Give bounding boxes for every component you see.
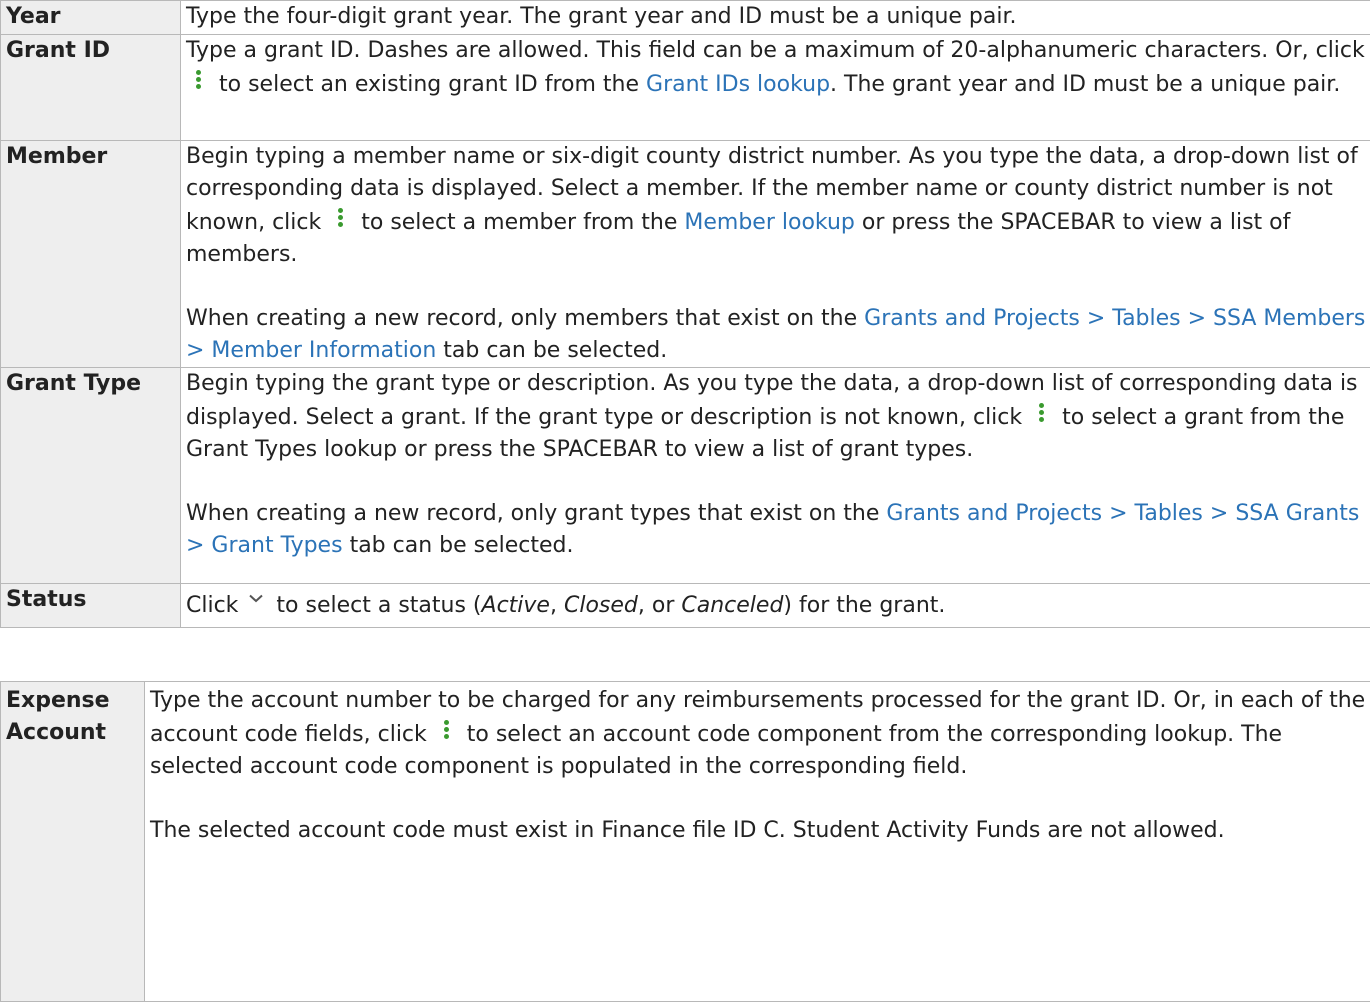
term-grant-type: Grant Type bbox=[1, 368, 181, 584]
desc-text: When creating a new record, only members… bbox=[186, 306, 857, 331]
desc-member: Begin typing a member name or six-digit … bbox=[181, 141, 1370, 368]
desc-expense-account: Type the account number to be charged fo… bbox=[145, 682, 1370, 1002]
desc-text: , or bbox=[638, 593, 675, 618]
desc-text: , bbox=[550, 593, 557, 618]
row-year: Year Type the four-digit grant year. The… bbox=[1, 1, 1370, 35]
vertical-ellipsis-icon bbox=[328, 205, 354, 231]
desc-grant-id: Type a grant ID. Dashes are allowed. Thi… bbox=[181, 35, 1370, 141]
row-expense-account: Expense Account Type the account number … bbox=[1, 682, 1370, 1002]
term-expense-account: Expense Account bbox=[1, 682, 145, 1002]
row-member: Member Begin typing a member name or six… bbox=[1, 141, 1370, 368]
term-grant-id: Grant ID bbox=[1, 35, 181, 141]
grant-type-paragraph-2: When creating a new record, only grant t… bbox=[186, 498, 1370, 562]
status-option-active: Active bbox=[482, 593, 550, 618]
desc-text: tab can be selected. bbox=[443, 338, 667, 363]
desc-grant-type: Begin typing the grant type or descripti… bbox=[181, 368, 1370, 584]
vertical-ellipsis-icon bbox=[434, 717, 460, 743]
status-option-canceled: Canceled bbox=[681, 593, 783, 618]
desc-text: Type the four-digit grant year. The gran… bbox=[186, 4, 1017, 29]
desc-text: to select a status ( bbox=[276, 593, 481, 618]
field-definitions-table: Year Type the four-digit grant year. The… bbox=[0, 0, 1370, 628]
grant-ids-lookup-link[interactable]: Grant IDs lookup bbox=[646, 72, 830, 97]
row-status: Status Click to select a status (Active,… bbox=[1, 584, 1370, 628]
desc-text: to select a member from the bbox=[361, 210, 677, 235]
member-paragraph-2: When creating a new record, only members… bbox=[186, 303, 1370, 367]
expense-account-table: Expense Account Type the account number … bbox=[0, 681, 1370, 1002]
member-paragraph-1: Begin typing a member name or six-digit … bbox=[186, 141, 1370, 271]
desc-text: ) for the grant. bbox=[783, 593, 945, 618]
status-option-closed: Closed bbox=[564, 593, 638, 618]
vertical-ellipsis-icon bbox=[1029, 400, 1055, 426]
desc-text: tab can be selected. bbox=[350, 533, 574, 558]
term-year: Year bbox=[1, 1, 181, 35]
desc-text: to select an existing grant ID from the bbox=[219, 72, 639, 97]
member-lookup-link[interactable]: Member lookup bbox=[684, 210, 855, 235]
row-grant-id: Grant ID Type a grant ID. Dashes are all… bbox=[1, 35, 1370, 141]
desc-year: Type the four-digit grant year. The gran… bbox=[181, 1, 1370, 35]
row-grant-type: Grant Type Begin typing the grant type o… bbox=[1, 368, 1370, 584]
term-status: Status bbox=[1, 584, 181, 628]
desc-text: Type a grant ID. Dashes are allowed. Thi… bbox=[186, 38, 1365, 63]
grant-type-paragraph-1: Begin typing the grant type or descripti… bbox=[186, 368, 1370, 466]
expense-account-paragraph-2: The selected account code must exist in … bbox=[150, 815, 1370, 847]
expense-account-paragraph-1: Type the account number to be charged fo… bbox=[150, 685, 1370, 783]
desc-text: Click bbox=[186, 593, 238, 618]
desc-status: Click to select a status (Active, Closed… bbox=[181, 584, 1370, 628]
desc-text: . The grant year and ID must be a unique… bbox=[830, 72, 1340, 97]
desc-text: When creating a new record, only grant t… bbox=[186, 501, 879, 526]
vertical-ellipsis-icon bbox=[186, 67, 212, 93]
chevron-down-icon bbox=[245, 588, 269, 614]
term-member: Member bbox=[1, 141, 181, 368]
